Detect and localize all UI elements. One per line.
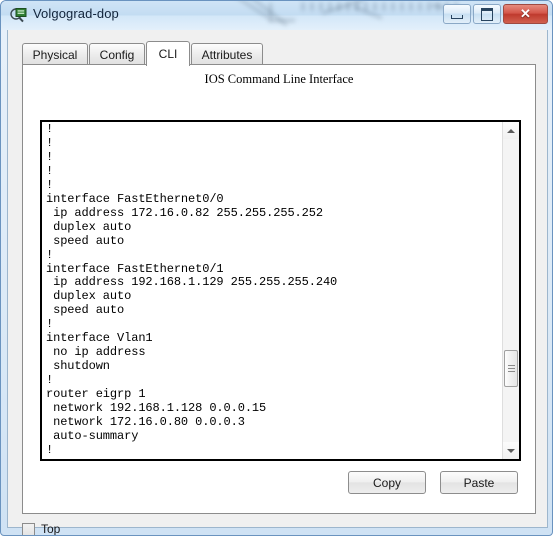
paste-button[interactable]: Paste (440, 471, 518, 494)
glass-reflection (321, 1, 365, 15)
paste-button-label: Paste (463, 475, 495, 490)
panel-title: IOS Command Line Interface (204, 72, 354, 86)
tab-attributes-label: Attributes (201, 47, 253, 62)
window-title: Volgograd-dop (33, 6, 119, 21)
cli-console[interactable]: ! ! ! ! ! interface FastEthernet0/0 ip a… (40, 120, 521, 461)
scroll-down-arrow-icon[interactable] (503, 442, 519, 459)
bottom-bar: Top (22, 522, 61, 536)
close-icon: ✕ (520, 6, 531, 21)
console-action-buttons: Copy Paste (348, 471, 518, 494)
window-title-bar: Volgograd-dop ✕ (1, 1, 552, 30)
cli-tab-panel: IOS Command Line Interface ! ! ! ! ! int… (22, 64, 536, 514)
scrollbar-thumb[interactable] (504, 350, 518, 387)
scroll-up-arrow-icon[interactable] (503, 122, 519, 139)
top-checkbox-label: Top (41, 522, 61, 536)
glass-reflection (269, 19, 295, 22)
tab-cli[interactable]: CLI (146, 41, 190, 66)
window-controls: ✕ (443, 4, 548, 24)
minimize-icon (444, 5, 470, 23)
maximize-button[interactable] (473, 4, 501, 24)
tab-physical[interactable]: Physical (22, 43, 88, 65)
glass-reflection (202, 1, 270, 19)
tab-attributes[interactable]: Attributes (191, 43, 263, 65)
tab-bar: Physical Config CLI Attributes (22, 41, 536, 66)
tab-physical-label: Physical (32, 47, 78, 62)
glass-reflection (353, 5, 383, 20)
scrollbar-grip-icon (508, 365, 515, 372)
device-window: Volgograd-dop ✕ Physical Config CLI Attr… (0, 0, 553, 536)
tab-cli-label: CLI (158, 47, 178, 61)
glass-reflection (238, 1, 288, 27)
glass-reflection (269, 3, 272, 21)
packet-tracer-device-icon (10, 8, 27, 23)
glass-reflection (301, 2, 461, 11)
cli-console-text: ! ! ! ! ! interface FastEthernet0/0 ip a… (46, 122, 338, 457)
copy-button[interactable]: Copy (348, 471, 426, 494)
top-checkbox[interactable] (22, 522, 35, 535)
maximize-icon (474, 5, 500, 23)
tab-config[interactable]: Config (89, 43, 145, 65)
window-client-area: Physical Config CLI Attributes IOS Comma… (7, 30, 548, 535)
cli-scrollbar[interactable] (502, 122, 519, 459)
copy-button-label: Copy (372, 475, 401, 490)
minimize-button[interactable] (443, 4, 471, 24)
tab-config-label: Config (99, 47, 135, 62)
close-button[interactable]: ✕ (503, 4, 548, 24)
